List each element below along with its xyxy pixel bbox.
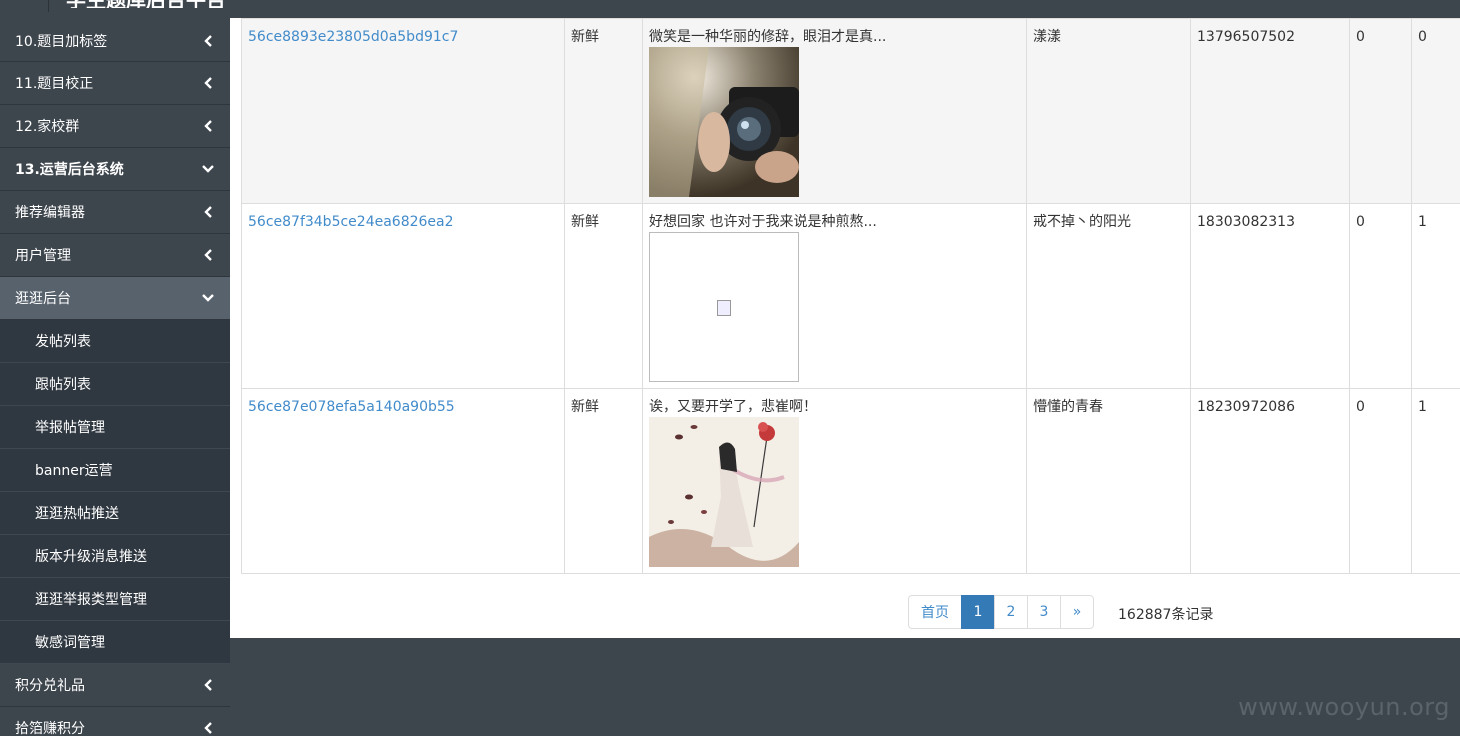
page-button-3[interactable]: 3 <box>1027 595 1061 629</box>
content-cell: 诶，又要开学了，悲崔啊！ <box>642 388 1027 574</box>
chevron-down-icon <box>202 291 214 305</box>
post-text: 微笑是一种华丽的修辞，眼泪才是真... <box>649 29 887 45</box>
sidebar-item-label: 12.家校群 <box>15 119 80 135</box>
sidebar-item-label: 逛逛后台 <box>15 291 71 307</box>
sidebar-item-label: banner运营 <box>35 463 113 479</box>
page-button-2[interactable]: 2 <box>994 595 1028 629</box>
sidebar-subitem-version-push[interactable]: 版本升级消息推送 <box>0 535 230 578</box>
sidebar-item-operations[interactable]: 13.运营后台系统 <box>0 148 230 191</box>
count-cell: 0 <box>1411 18 1460 204</box>
tag-cell: 新鲜 <box>564 203 643 389</box>
count-cell: 0 <box>1349 18 1412 204</box>
record-count: 162887条记录 <box>1118 607 1214 623</box>
tag-cell: 新鲜 <box>564 388 643 574</box>
content-cell: 微笑是一种华丽的修辞，眼泪才是真... <box>642 18 1027 204</box>
post-id-link[interactable]: 56ce8893e23805d0a5bd91c7 <box>248 29 458 45</box>
post-id-link[interactable]: 56ce87f34b5ce24ea6826ea2 <box>248 214 454 230</box>
sidebar-subitem-hot-push[interactable]: 逛逛热帖推送 <box>0 492 230 535</box>
nickname-cell: 戒不掉丶的阳光 <box>1026 203 1191 389</box>
app-title: 学生题库后台平台 <box>66 0 226 8</box>
sidebar-subitem-replies[interactable]: 跟帖列表 <box>0 363 230 406</box>
sidebar-subitem-report-types[interactable]: 逛逛举报类型管理 <box>0 578 230 621</box>
tag-cell: 新鲜 <box>564 18 643 204</box>
phone-cell: 13796507502 <box>1190 18 1350 204</box>
post-id-cell: 56ce87f34b5ce24ea6826ea2 <box>241 203 565 389</box>
sidebar-item-label: 10.题目加标签 <box>15 33 108 50</box>
sidebar-item-label: 用户管理 <box>15 248 71 264</box>
broken-image-icon <box>717 300 731 316</box>
table-row: 56ce87e078efa5a140a90b55 新鲜 诶，又要开学了，悲崔啊！ <box>241 388 1460 574</box>
sidebar-subitem-sensitive-words[interactable]: 敏感词管理 <box>0 621 230 664</box>
post-id-link[interactable]: 56ce87e078efa5a140a90b55 <box>248 399 455 415</box>
table-row: 56ce87f34b5ce24ea6826ea2 新鲜 好想回家 也许对于我来说… <box>241 203 1460 389</box>
post-image[interactable] <box>649 417 799 567</box>
pagination: 首页 1 2 3 » <box>908 595 1094 629</box>
page-button-1[interactable]: 1 <box>961 595 995 629</box>
post-text: 诶，又要开学了，悲崔啊！ <box>649 399 817 415</box>
sidebar: 10.题目加标签 11.题目校正 12.家校群 13.运营后台系统 推荐编辑器 … <box>0 18 230 736</box>
table-row: 56ce8893e23805d0a5bd91c7 新鲜 微笑是一种华丽的修辞，眼… <box>241 18 1460 204</box>
chevron-left-icon <box>202 248 214 262</box>
count-cell: 1 <box>1411 388 1460 574</box>
chevron-left-icon <box>202 76 214 90</box>
sidebar-item-label: 积分兑礼品 <box>15 678 85 694</box>
sidebar-item-home-school[interactable]: 12.家校群 <box>0 105 230 148</box>
post-image[interactable] <box>649 47 799 197</box>
first-page-button[interactable]: 首页 <box>908 595 962 629</box>
post-text: 好想回家 也许对于我来说是种煎熬... <box>649 214 877 230</box>
sidebar-subitem-reports[interactable]: 举报帖管理 <box>0 406 230 449</box>
sidebar-item-label: 敏感词管理 <box>35 635 105 651</box>
sidebar-item-label: 拾箔赚积分 <box>15 721 85 736</box>
sidebar-item-tagging[interactable]: 10.题目加标签 <box>0 18 230 62</box>
sidebar-subitem-banner[interactable]: banner运营 <box>0 449 230 492</box>
sidebar-item-label: 发帖列表 <box>35 334 91 350</box>
sidebar-item-label: 跟帖列表 <box>35 377 91 393</box>
sidebar-item-label: 逛逛举报类型管理 <box>35 592 147 608</box>
header-divider <box>48 0 49 12</box>
sidebar-item-users[interactable]: 用户管理 <box>0 234 230 277</box>
nickname-cell: 漾漾 <box>1026 18 1191 204</box>
sidebar-subitem-posts[interactable]: 发帖列表 <box>0 320 230 363</box>
watermark: www.wooyun.org <box>1238 693 1450 721</box>
sidebar-item-label: 推荐编辑器 <box>15 205 85 221</box>
chevron-left-icon <box>202 119 214 133</box>
main-content: 56ce8893e23805d0a5bd91c7 新鲜 微笑是一种华丽的修辞，眼… <box>230 18 1460 638</box>
post-image[interactable] <box>649 232 799 382</box>
sidebar-item-label: 版本升级消息推送 <box>35 549 147 565</box>
sidebar-item-earn-points[interactable]: 拾箔赚积分 <box>0 707 230 736</box>
count-cell: 1 <box>1411 203 1460 389</box>
chevron-left-icon <box>202 34 214 48</box>
sidebar-item-label: 11.题目校正 <box>15 76 94 92</box>
sidebar-item-correction[interactable]: 11.题目校正 <box>0 62 230 105</box>
content-cell: 好想回家 也许对于我来说是种煎熬... <box>642 203 1027 389</box>
count-cell: 0 <box>1349 203 1412 389</box>
phone-cell: 18303082313 <box>1190 203 1350 389</box>
chevron-down-icon <box>202 162 214 176</box>
sidebar-item-label: 13.运营后台系统 <box>15 162 124 178</box>
count-cell: 0 <box>1349 388 1412 574</box>
sidebar-item-gifts[interactable]: 积分兑礼品 <box>0 664 230 707</box>
sidebar-item-recommend-editor[interactable]: 推荐编辑器 <box>0 191 230 234</box>
chevron-left-icon <box>202 205 214 219</box>
post-id-cell: 56ce8893e23805d0a5bd91c7 <box>241 18 565 204</box>
nickname-cell: 懵懂的青春 <box>1026 388 1191 574</box>
sidebar-item-guangguang[interactable]: 逛逛后台 <box>0 277 230 320</box>
chevron-left-icon <box>202 678 214 692</box>
phone-cell: 18230972086 <box>1190 388 1350 574</box>
next-page-button[interactable]: » <box>1060 595 1094 629</box>
chevron-left-icon <box>202 721 214 735</box>
top-header: 学生题库后台平台 <box>0 0 1460 18</box>
posts-table: 56ce8893e23805d0a5bd91c7 新鲜 微笑是一种华丽的修辞，眼… <box>241 18 1460 574</box>
sidebar-item-label: 逛逛热帖推送 <box>35 506 119 522</box>
post-id-cell: 56ce87e078efa5a140a90b55 <box>241 388 565 574</box>
sidebar-item-label: 举报帖管理 <box>35 420 105 436</box>
